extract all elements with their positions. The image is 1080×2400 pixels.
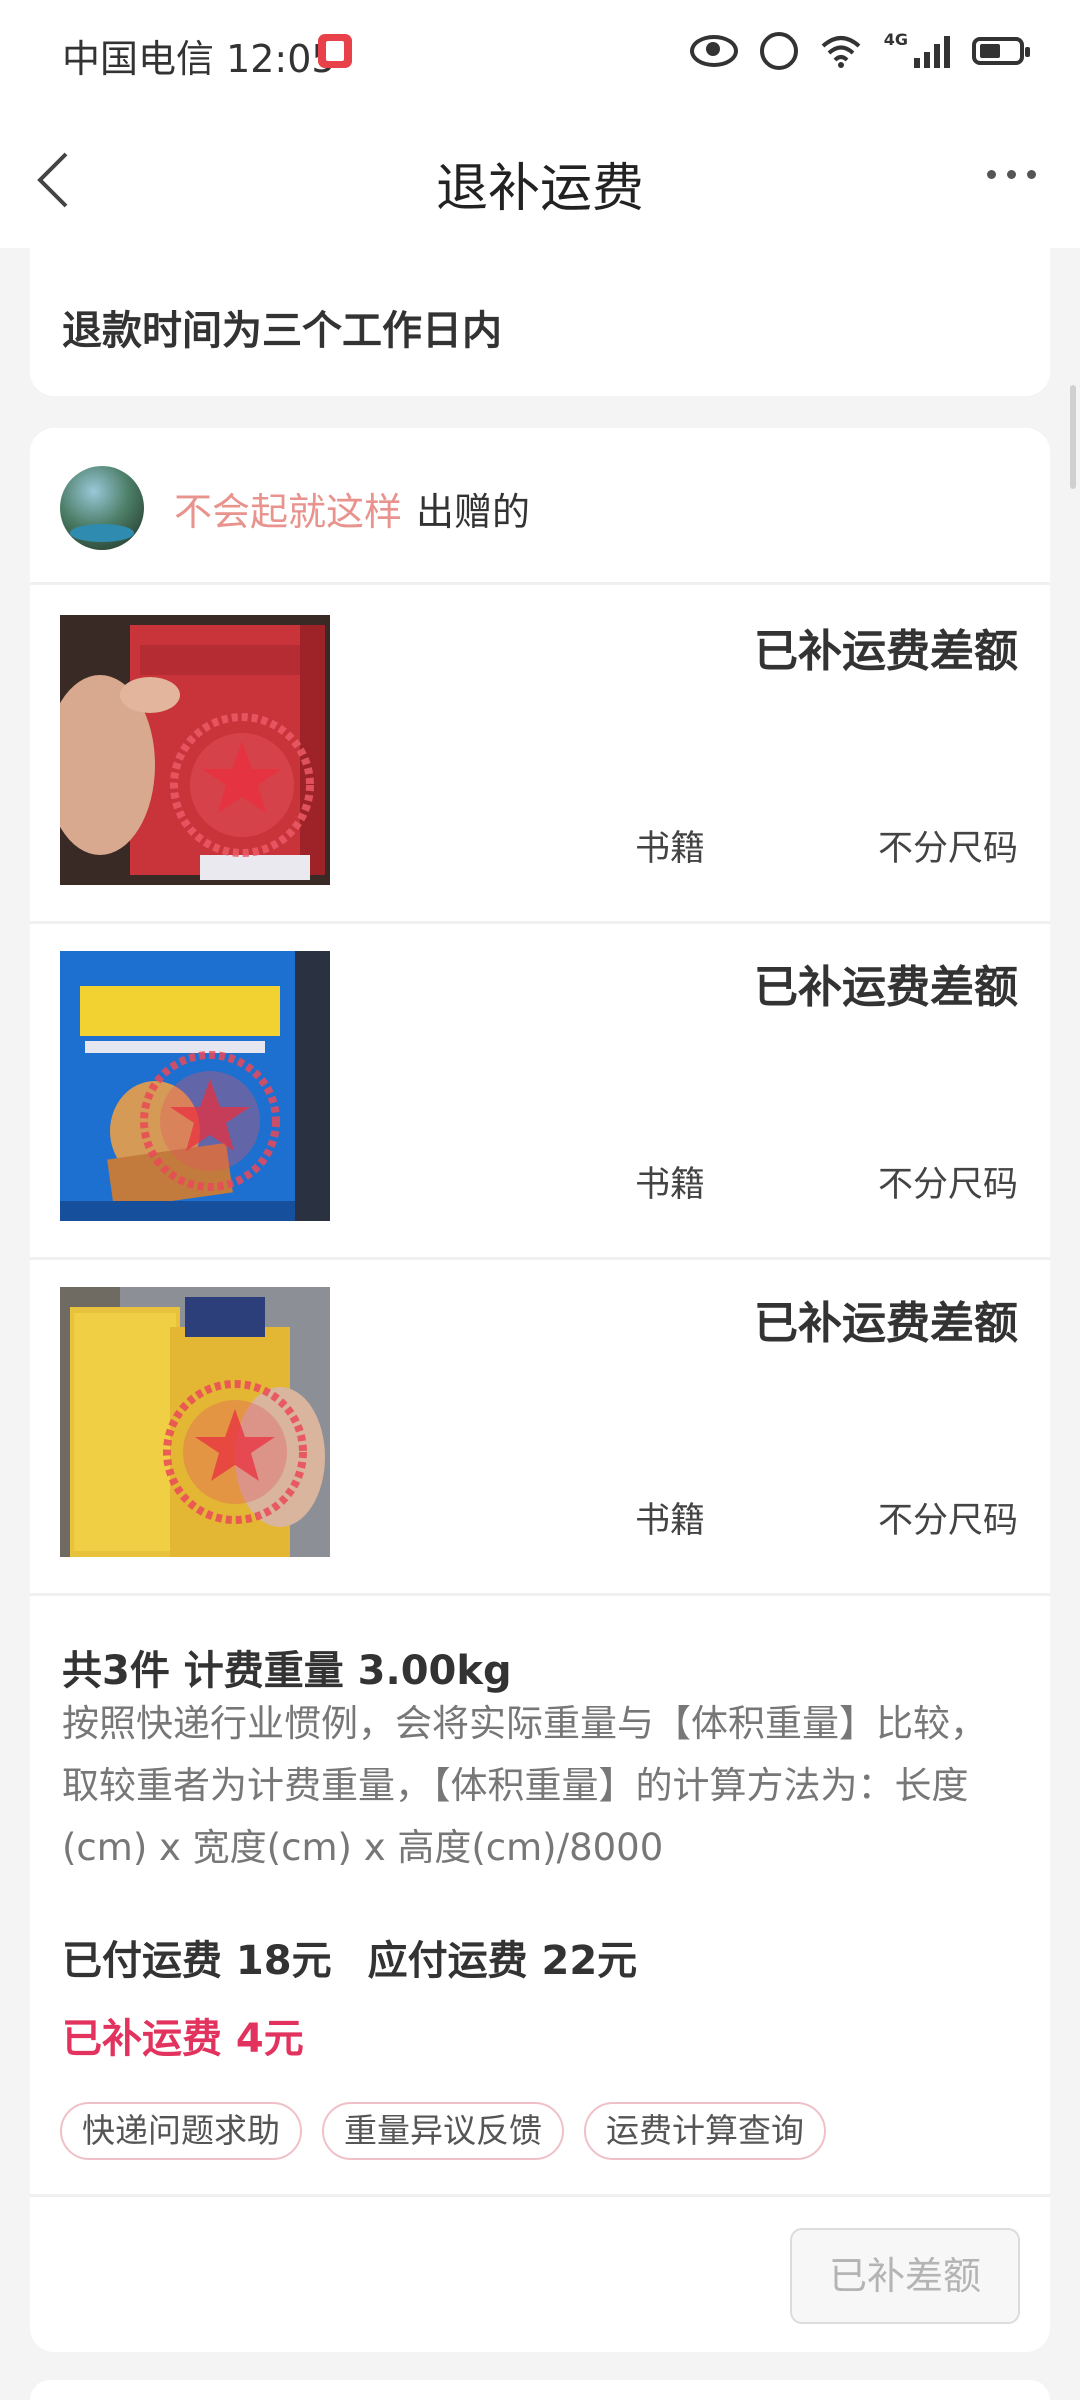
battery-icon — [972, 37, 1030, 65]
eye-icon — [689, 35, 738, 67]
list-item[interactable]: 已补运费差额 书籍 不分尺码 — [30, 585, 1050, 921]
item-status: 已补运费差额 — [754, 1298, 1018, 1349]
giver-name[interactable]: 不会起就这样 — [174, 481, 402, 536]
item-size: 不分尺码 — [877, 829, 1018, 869]
list-item[interactable]: 已补运费差额 书籍 不分尺码 — [30, 921, 1050, 1257]
chip-weight-dispute[interactable]: 重量异议反馈 — [322, 2102, 564, 2160]
giver-suffix: 出赠的 — [416, 489, 531, 534]
alarm-icon — [759, 32, 798, 70]
status-bar: 中国电信 12:05 4G — [0, 0, 1080, 108]
order-card: 不会起就这样 出赠的 已补运费差额 书籍 不分尺码 已补运费差额 书籍 不分尺码… — [30, 428, 1050, 2352]
freight-amounts: 已付运费 18元 应付运费 22元 — [62, 1928, 637, 1986]
book-thumbnail — [60, 1287, 330, 1557]
status-carrier-time: 中国电信 12:05 — [62, 37, 336, 81]
divider — [30, 1593, 1050, 1596]
chip-freight-query[interactable]: 运费计算查询 — [584, 2102, 826, 2160]
avatar[interactable] — [60, 466, 144, 550]
page-title: 退补运费 — [435, 159, 644, 219]
refund-time-note: 退款时间为三个工作日内 — [62, 308, 502, 354]
item-size: 不分尺码 — [877, 1501, 1018, 1541]
refund-notice-card: 退款时间为三个工作日内 — [30, 230, 1050, 396]
item-category: 书籍 — [635, 1165, 706, 1205]
wifi-icon — [821, 36, 861, 68]
supplemented-button[interactable]: 已补差额 — [790, 2228, 1020, 2324]
count-weight: 共3件 计费重量 3.00kg — [62, 1648, 512, 1694]
item-category: 书籍 — [635, 1501, 706, 1541]
book-app-icon — [318, 34, 352, 68]
signal-icon — [914, 34, 950, 68]
nav-bar: 退补运费 — [0, 108, 1080, 248]
book-thumbnail — [60, 951, 330, 1221]
help-chips: 快递问题求助 重量异议反馈 运费计算查询 — [60, 2102, 826, 2160]
item-status: 已补运费差额 — [754, 962, 1018, 1013]
chip-courier-help[interactable]: 快递问题求助 — [60, 2102, 302, 2160]
next-card-edge — [30, 2380, 1050, 2400]
due-freight: 应付运费 22元 — [367, 1938, 638, 1984]
more-menu-icon[interactable] — [987, 170, 1036, 179]
status-icons: 4G — [689, 29, 1030, 70]
book-thumbnail — [60, 615, 330, 885]
item-status: 已补运费差额 — [754, 626, 1018, 677]
weight-rule-text: 按照快递行业惯例，会将实际重量与【体积重量】比较，取较重者为计费重量，【体积重量… — [62, 1702, 987, 1869]
divider — [30, 2194, 1050, 2197]
item-category: 书籍 — [635, 829, 706, 869]
giver-row[interactable]: 不会起就这样 出赠的 — [60, 466, 530, 550]
network-type: 4G — [883, 29, 908, 49]
paid-freight: 已付运费 18元 — [62, 1938, 332, 1984]
extra-freight: 已补运费 4元 — [62, 2016, 304, 2062]
item-size: 不分尺码 — [877, 1165, 1018, 1205]
scrollbar[interactable] — [1070, 385, 1076, 489]
list-item[interactable]: 已补运费差额 书籍 不分尺码 — [30, 1257, 1050, 1593]
